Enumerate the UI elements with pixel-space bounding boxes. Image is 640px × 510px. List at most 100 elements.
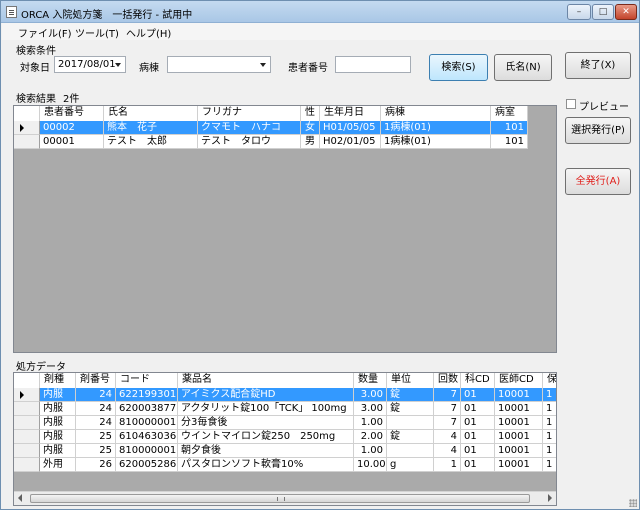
cell-name: 熊本 花子 [104,121,198,135]
col-name[interactable]: 氏名 [104,106,198,121]
preview-checkbox[interactable] [566,99,576,109]
col-quantity[interactable]: 数量 [354,373,387,388]
cell-quantity: 1.00 [354,444,387,458]
scroll-left-icon[interactable] [18,494,22,502]
scroll-right-icon[interactable] [548,494,552,502]
col-room[interactable]: 病室 [491,106,528,121]
cell-rp-number: 25 [76,430,116,444]
horizontal-scrollbar[interactable] [14,491,556,505]
menu-help[interactable]: ヘルプ(H) [126,25,171,40]
cell-code: 620003877 [116,402,178,416]
col-drug-type[interactable]: 剤種 [40,373,76,388]
cell-drug-type: 内服 [40,388,76,402]
chevron-down-icon [115,63,121,67]
col-code[interactable]: コード [116,373,178,388]
col-sex[interactable]: 性 [301,106,320,121]
table-row[interactable]: 00001 テスト 太郎 テスト タロウ 男 H02/01/05 1病棟(01)… [14,135,528,149]
col-ward[interactable]: 病棟 [381,106,491,121]
cell-name: テスト 太郎 [104,135,198,149]
table-row[interactable]: 内服 24 622199301 アイミクス配合錠HD 3.00 錠 7 01 10001 1 [14,388,556,402]
target-date-select[interactable]: 2017/08/01 [54,56,126,73]
col-rp-number[interactable]: 剤番号 [76,373,116,388]
cell-rp-number: 25 [76,444,116,458]
menu-tools[interactable]: ツール(T) [75,25,119,40]
scrollbar-thumb[interactable] [30,494,530,503]
cell-doctor-code: 10001 [495,430,543,444]
cell-department-code: 01 [461,444,495,458]
cell-insurance: 1 [543,402,556,416]
prescription-header-row: 剤種 剤番号 コード 薬品名 数量 単位 回数 科CD 医師CD 保 [14,373,556,388]
cell-insurance: 1 [543,416,556,430]
table-row[interactable]: 外用 26 620005286 パスタロンソフト軟膏10% 10.00 g 1 01 10001… [14,458,556,472]
maximize-button[interactable]: □ [592,4,614,20]
cell-rp-number: 24 [76,416,116,430]
selected-issue-button[interactable]: 選択発行(P) [565,117,631,144]
prescription-data-label: 処方データ [16,362,66,373]
table-row[interactable]: 内服 25 810000001 朝夕食後 1.00 4 01 10001 1 [14,444,556,458]
row-header [14,430,40,444]
col-unit[interactable]: 単位 [387,373,434,388]
cell-drug-name: パスタロンソフト軟膏10% [178,458,354,472]
cell-department-code: 01 [461,430,495,444]
col-doctor-code[interactable]: 医師CD [495,373,543,388]
scrollbar-grip-icon [277,497,285,501]
cell-unit: g [387,458,434,472]
cell-doctor-code: 10001 [495,416,543,430]
minimize-button[interactable]: – [567,4,591,20]
col-times[interactable]: 回数 [434,373,461,388]
current-row-icon [20,391,24,399]
prescription-grid[interactable]: 剤種 剤番号 コード 薬品名 数量 単位 回数 科CD 医師CD 保 内服 24 6… [13,372,557,506]
cell-drug-type: 内服 [40,402,76,416]
cell-code: 810000001 [116,416,178,430]
row-header [14,121,40,135]
cell-ward: 1病棟(01) [381,121,491,135]
ward-select[interactable] [167,56,271,73]
col-patient-number[interactable]: 患者番号 [40,106,104,121]
cell-department-code: 01 [461,458,495,472]
patient-results-grid[interactable]: 患者番号 氏名 フリガナ 性 生年月日 病棟 病室 00002 熊本 花子 クマ… [13,105,557,353]
patient-number-input[interactable] [335,56,411,73]
cell-drug-name: アクタリット錠100「TCK」 100mg [178,402,354,416]
table-row[interactable]: 内服 24 810000001 分3毎食後 1.00 7 01 10001 1 [14,416,556,430]
cell-drug-name: 朝夕食後 [178,444,354,458]
close-button[interactable]: ✕ [615,4,637,20]
col-department-code[interactable]: 科CD [461,373,495,388]
cell-ward: 1病棟(01) [381,135,491,149]
row-header [14,458,40,472]
title-bar[interactable]: ORCA 入院処方箋 一括発行 - 試用中 – □ ✕ [1,1,639,23]
col-kana[interactable]: フリガナ [198,106,301,121]
search-button[interactable]: 検索(S) [429,54,488,81]
app-icon [6,6,17,18]
chevron-down-icon [260,63,266,67]
ward-label: 病棟 [139,63,159,74]
cell-unit: 錠 [387,430,434,444]
cell-sex: 女 [301,121,320,135]
cell-unit [387,416,434,430]
cell-quantity: 10.00 [354,458,387,472]
cell-insurance: 1 [543,388,556,402]
cell-times: 1 [434,458,461,472]
row-header [14,416,40,430]
target-date-value: 2017/08/01 [58,59,116,70]
col-drug-name[interactable]: 薬品名 [178,373,354,388]
col-birthdate[interactable]: 生年月日 [320,106,381,121]
cell-department-code: 01 [461,402,495,416]
cell-code: 810000001 [116,444,178,458]
resize-grip[interactable] [629,499,637,507]
col-insurance[interactable]: 保 [543,373,556,388]
table-row[interactable]: 内服 24 620003877 アクタリット錠100「TCK」 100mg 3.00 錠 7… [14,402,556,416]
cell-room: 101 [491,121,528,135]
issue-all-button[interactable]: 全発行(A) [565,168,631,195]
cell-times: 7 [434,402,461,416]
results-count: 2件 [63,94,80,105]
menu-file[interactable]: ファイル(F) [18,25,72,40]
name-search-button[interactable]: 氏名(N) [494,54,552,81]
table-row[interactable]: 内服 25 610463036 ウイントマイロン錠250 250mg 2.00 錠 4 01 1… [14,430,556,444]
window-title: ORCA 入院処方箋 一括発行 - 試用中 [21,10,193,21]
table-row[interactable]: 00002 熊本 花子 クマモト ハナコ 女 H01/05/05 1病棟(01)… [14,121,528,135]
exit-button[interactable]: 終了(X) [565,52,631,79]
cell-kana: クマモト ハナコ [198,121,301,135]
cell-quantity: 3.00 [354,388,387,402]
cell-code: 620005286 [116,458,178,472]
cell-doctor-code: 10001 [495,458,543,472]
